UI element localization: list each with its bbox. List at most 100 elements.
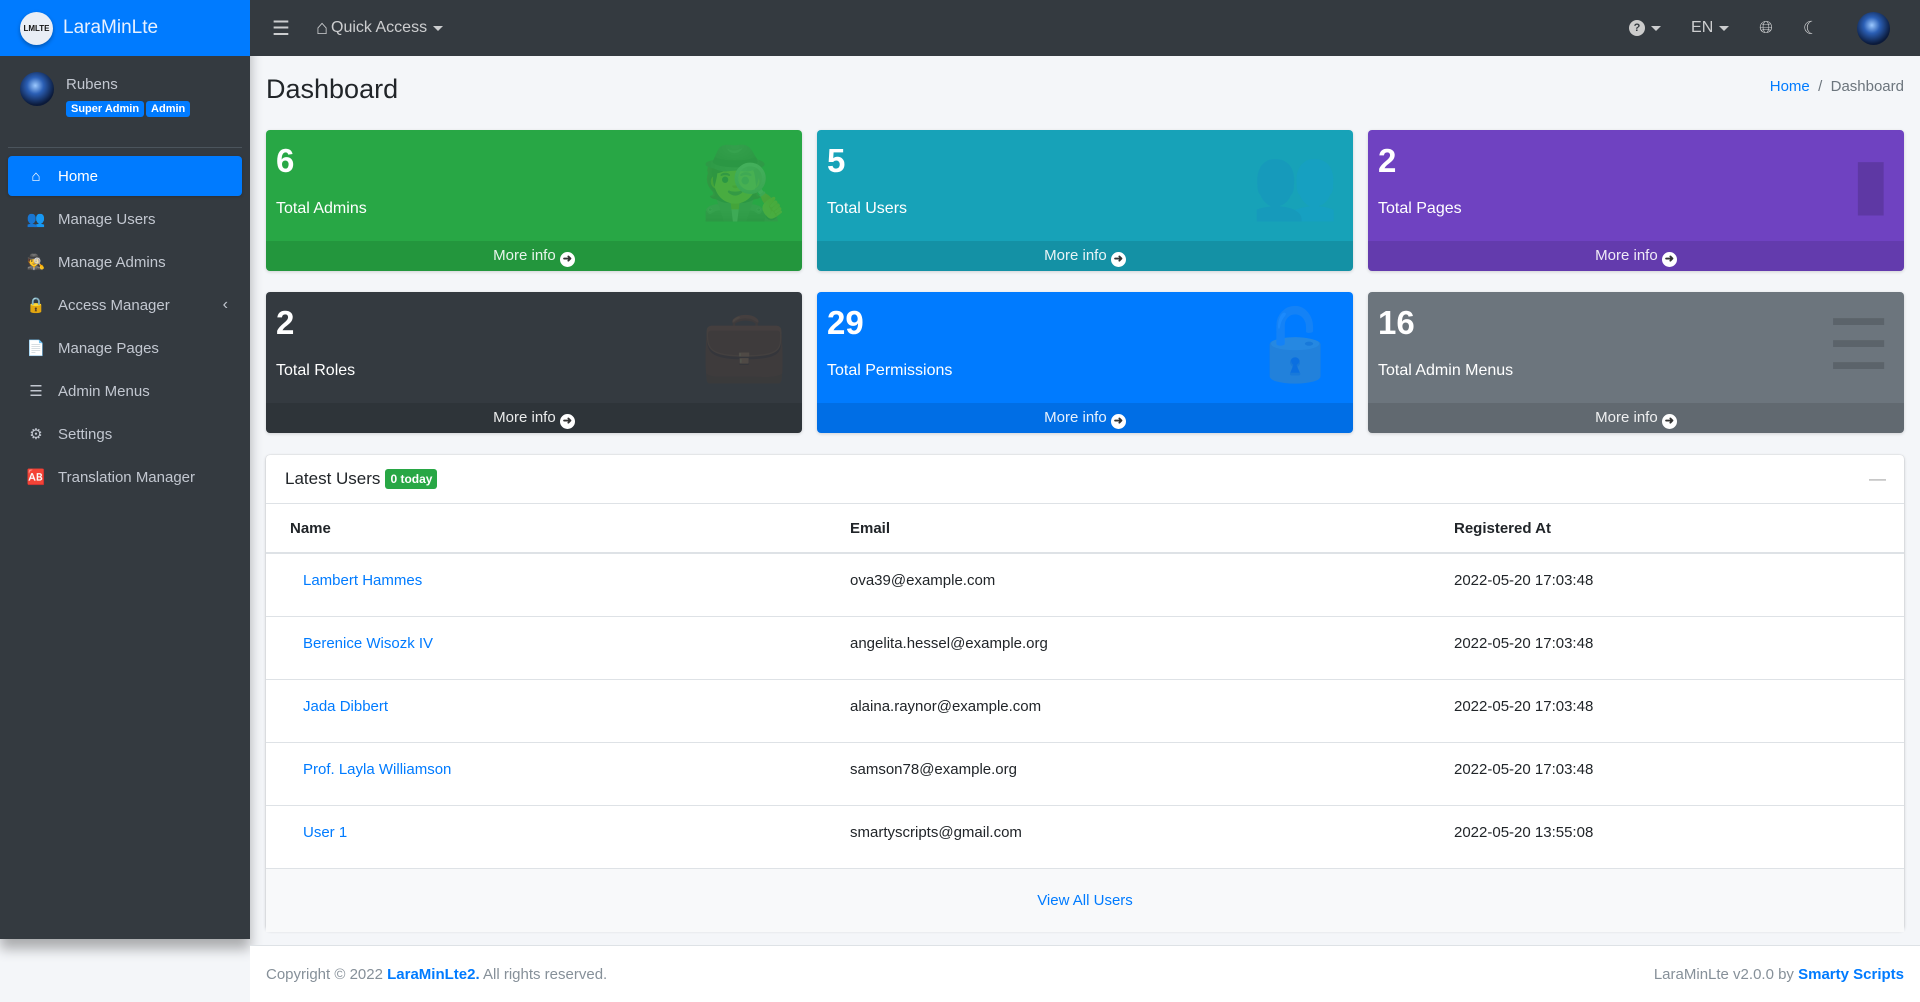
moon-icon[interactable]: ☾ xyxy=(1803,18,1819,39)
more-info-label: More info xyxy=(1044,247,1107,264)
help-dropdown[interactable]: ? xyxy=(1629,20,1662,36)
user-secret-icon: 🕵 xyxy=(26,254,46,271)
author-link[interactable]: Smarty Scripts xyxy=(1798,966,1904,983)
gear-icon: ⚙ xyxy=(29,426,43,443)
breadcrumb-current: Dashboard xyxy=(1830,78,1904,95)
cell-email: samson78@example.org xyxy=(826,742,1430,806)
chevron-left-icon: ‹ xyxy=(222,296,228,313)
sidebar-item-label: Settings xyxy=(58,425,113,443)
user-link[interactable]: User 1 xyxy=(303,824,347,841)
cell-name: User 1 xyxy=(266,805,826,869)
home-icon: ⌂ xyxy=(31,167,41,185)
more-info-link[interactable]: More info ➜ xyxy=(266,241,802,271)
sidebar-item-manage-admins[interactable]: 🕵 Manage Admins xyxy=(8,242,242,282)
arrow-circle-right-icon: ➜ xyxy=(559,414,575,429)
stat-label: Total Users xyxy=(827,200,908,217)
brand-logo: LMLTE xyxy=(20,11,53,45)
menu-toggle-button[interactable]: ☰ xyxy=(272,16,290,41)
sidebar-item-label: Manage Users xyxy=(58,210,156,228)
stat-value: 6 xyxy=(276,142,295,179)
arrow-circle-right-icon: ➜ xyxy=(1661,414,1677,429)
unlock-icon: 🔓 xyxy=(1251,306,1339,384)
sidebar-item-manage-pages[interactable]: 📄 Manage Pages xyxy=(8,328,242,368)
user-panel: Rubens Super Admin Admin xyxy=(8,56,242,148)
sidebar-item-access-manager[interactable]: 🔒 Access Manager ‹ xyxy=(8,285,242,325)
sidebar-item-home[interactable]: ⌂ Home xyxy=(8,156,242,196)
more-info-label: More info xyxy=(1044,409,1107,426)
stat-box-total-users: 5 Total Users 👥 More info ➜ xyxy=(817,130,1353,271)
stat-value: 2 xyxy=(276,304,295,341)
page-title: Dashboard xyxy=(266,74,399,104)
stat-value: 29 xyxy=(827,304,864,341)
more-info-link[interactable]: More info ➜ xyxy=(266,403,802,433)
stat-label: Total Admins xyxy=(276,200,367,217)
avatar[interactable] xyxy=(20,72,54,106)
arrow-circle-right-icon: ➜ xyxy=(1661,252,1677,267)
rights-text: All rights reserved. xyxy=(479,966,608,983)
role-badge: Super Admin xyxy=(66,101,145,117)
stat-label: Total Roles xyxy=(276,362,356,379)
user-link[interactable]: Lambert Hammes xyxy=(303,572,422,589)
sidebar-item-settings[interactable]: ⚙ Settings xyxy=(8,414,242,454)
caret-down-icon xyxy=(433,25,444,31)
cell-email: ova39@example.com xyxy=(826,553,1430,617)
cell-email: angelita.hessel@example.org xyxy=(826,616,1430,680)
sidebar-item-label: Manage Admins xyxy=(58,253,166,271)
today-badge: 0 today xyxy=(385,469,438,489)
card-title: Latest Users xyxy=(285,469,381,488)
collapse-button[interactable]: — xyxy=(1869,469,1886,489)
cell-name: Jada Dibbert xyxy=(266,679,826,743)
sidebar-item-admin-menus[interactable]: ☰ Admin Menus xyxy=(8,371,242,411)
sidebar-item-translation-manager[interactable]: 🆎 Translation Manager xyxy=(8,457,242,497)
cell-registered: 2022-05-20 17:03:48 xyxy=(1430,742,1904,806)
stat-box-total-admin-menus: 16 Total Admin Menus ☰ More info ➜ xyxy=(1368,292,1904,433)
more-info-link[interactable]: More info ➜ xyxy=(817,241,1353,271)
sidebar-item-label: Access Manager xyxy=(58,296,170,314)
brand-link[interactable]: LMLTE LaraMinLte xyxy=(0,0,250,56)
table-row: Berenice Wisozk IV angelita.hessel@exampl… xyxy=(266,616,1904,680)
column-header-name: Name xyxy=(266,504,826,554)
latest-users-card: Latest Users 0 today — Name Email Regist… xyxy=(266,455,1904,932)
more-info-link[interactable]: More info ➜ xyxy=(1368,403,1904,433)
breadcrumb-home[interactable]: Home xyxy=(1770,78,1810,95)
column-header-email: Email xyxy=(826,504,1430,554)
user-link[interactable]: Jada Dibbert xyxy=(303,698,388,715)
breadcrumb: Home / Dashboard xyxy=(1769,78,1904,95)
stat-label: Total Pages xyxy=(1378,200,1462,217)
user-name[interactable]: Rubens xyxy=(66,76,192,93)
brand-name: LaraMinLte xyxy=(63,17,159,38)
quick-access-dropdown[interactable]: ⌂ Quick Access xyxy=(315,16,444,40)
stat-label: Total Admin Menus xyxy=(1378,362,1514,379)
language-dropdown[interactable]: EN xyxy=(1691,19,1730,37)
stat-box-total-roles: 2 Total Roles 💼 More info ➜ xyxy=(266,292,802,433)
sidebar-item-label: Manage Pages xyxy=(58,339,159,357)
user-link[interactable]: Berenice Wisozk IV xyxy=(303,635,433,652)
top-navbar: ☰ ⌂ Quick Access ? EN 🌐︎ ☾ xyxy=(250,0,1920,56)
file-icon: 📄 xyxy=(26,340,46,357)
caret-down-icon xyxy=(1651,25,1662,31)
sidebar-nav: ⌂ Home 👥 Manage Users 🕵 Manage Admins 🔒 Access … xyxy=(0,148,250,508)
sidebar-item-label: Home xyxy=(58,167,99,185)
more-info-link[interactable]: More info ➜ xyxy=(1368,241,1904,271)
user-avatar-dropdown[interactable] xyxy=(1857,11,1890,45)
question-circle-icon: ? xyxy=(1629,20,1646,36)
stat-box-total-admins: 6 Total Admins 🕵 More info ➜ xyxy=(266,130,802,271)
table-row: Jada Dibbert alaina.raynor@example.com 202… xyxy=(266,679,1904,743)
home-icon: ⌂ xyxy=(315,16,329,39)
sidebar-item-label: Translation Manager xyxy=(58,468,196,486)
stat-value: 5 xyxy=(827,142,846,179)
version-text: LaraMinLte v2.0.0 by xyxy=(1653,966,1799,983)
view-all-users-link[interactable]: View All Users xyxy=(1037,892,1133,909)
sidebar-item-label: Admin Menus xyxy=(58,382,150,400)
more-info-label: More info xyxy=(1595,247,1658,264)
users-icon: 👥 xyxy=(1251,144,1339,222)
language-label: EN xyxy=(1691,19,1714,36)
user-link[interactable]: Prof. Layla Williamson xyxy=(303,761,451,778)
role-badge: Admin xyxy=(146,101,191,117)
stat-box-total-pages: 2 Total Pages ▮ More info ➜ xyxy=(1368,130,1904,271)
cell-name: Lambert Hammes xyxy=(266,553,826,617)
more-info-link[interactable]: More info ➜ xyxy=(817,403,1353,433)
sidebar-item-manage-users[interactable]: 👥 Manage Users xyxy=(8,199,242,239)
globe-icon[interactable]: 🌐︎ xyxy=(1759,18,1773,38)
footer-brand-link[interactable]: LaraMinLte2. xyxy=(387,966,480,983)
